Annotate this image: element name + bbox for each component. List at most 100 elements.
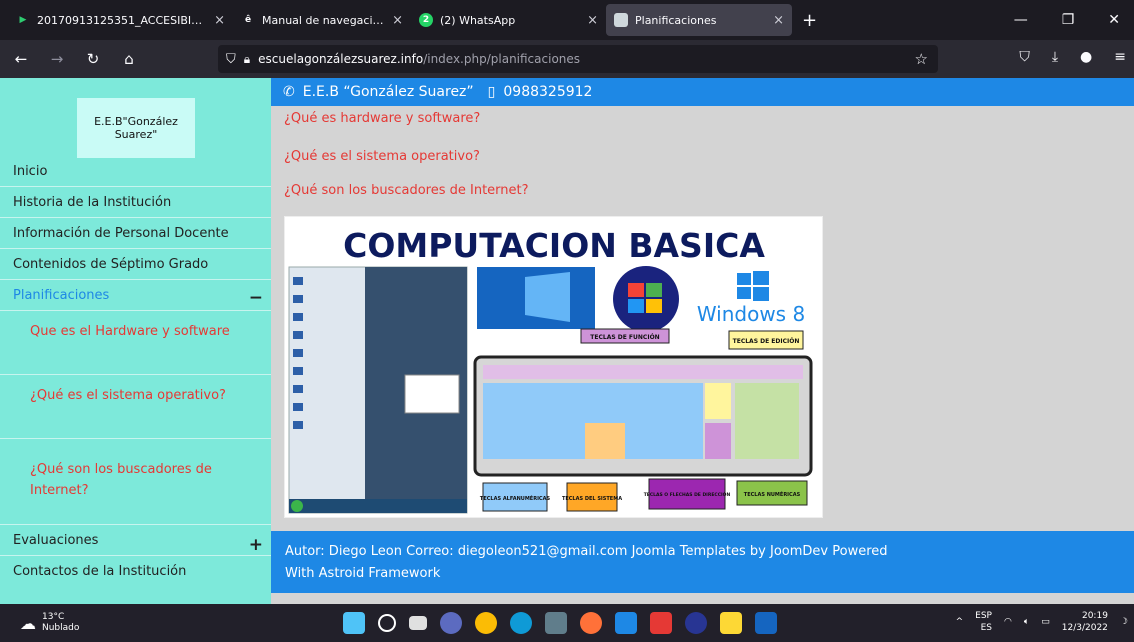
edge-icon[interactable] [510, 612, 532, 634]
account-icon[interactable]: ● [1080, 49, 1092, 65]
notification-icon[interactable]: ☽ [1120, 617, 1128, 627]
sidebar-item-historia[interactable]: Historia de la Institución [0, 187, 271, 218]
sidebar-item-evaluaciones[interactable]: Evaluaciones + [0, 525, 271, 556]
close-icon[interactable]: × [587, 13, 598, 28]
phone-number[interactable]: 0988325912 [503, 84, 592, 100]
media-player-icon[interactable] [685, 612, 707, 634]
url-bar[interactable]: ⛉ 🔒︎ escuelagonzálezsuarez.info/index.ph… [218, 45, 938, 73]
label-teclas-direccion: TECLAS O FLECHAS DE DIRECCIÓN [644, 491, 731, 498]
bookmark-star-icon[interactable]: ☆ [915, 50, 928, 68]
window-controls: — ❐ ✕ [1014, 12, 1134, 28]
teams-chat-icon[interactable] [440, 612, 462, 634]
sidebar-item-planificaciones[interactable]: Planificaciones − [0, 280, 271, 311]
clock-time: 20:19 [1081, 611, 1108, 621]
sidebar-subitem-buscadores[interactable]: ¿Qué son los buscadores de Internet? [0, 439, 271, 525]
site-logo[interactable]: E.E.B"González Suarez" [77, 98, 195, 158]
camera-icon[interactable] [545, 612, 567, 634]
shield-icon[interactable]: ⛉ [226, 52, 236, 67]
label-teclas-edicion: TECLAS DE EDICIÓN [733, 338, 800, 345]
footer-framework: With Astroid Framework [285, 566, 441, 581]
language-indicator[interactable]: ESP ES [975, 610, 992, 634]
mail-icon[interactable] [615, 612, 637, 634]
tab-title: Manual de navegación y manej [262, 13, 386, 27]
cloud-icon: ☁ [20, 613, 36, 633]
sidebar-item-contenidos[interactable]: Contenidos de Séptimo Grado [0, 249, 271, 280]
chrome-icon[interactable] [475, 612, 497, 634]
weather-temp: 13°C [42, 612, 65, 622]
browser-nav-bar: ← → ↻ ⌂ ⛉ 🔒︎ escuelagonzálezsuarez.info/… [0, 40, 1134, 78]
language-code: ESP [975, 611, 992, 621]
footer-credits: Autor: Diego Leon Correo: diegoleon521@g… [285, 544, 888, 559]
web-page: E.E.B"González Suarez" Inicio Historia d… [0, 78, 1134, 604]
label-teclas-funcion: TECLAS DE FUNCIÓN [590, 334, 659, 341]
weather-condition: Nublado [42, 623, 80, 633]
weather-widget[interactable]: ☁ 13°C Nublado [20, 612, 79, 634]
sidebar-item-label: Inicio [13, 163, 48, 179]
sidebar-item-personal-docente[interactable]: Información de Personal Docente [0, 218, 271, 249]
sidebar-item-label: Información de Personal Docente [13, 225, 229, 241]
task-view-icon[interactable] [409, 616, 427, 630]
contact-bar: ✆ E.E.B “González Suarez” ▯ 0988325912 [271, 78, 1134, 106]
sidebar-item-label: Historia de la Institución [13, 194, 172, 210]
word-icon[interactable] [755, 612, 777, 634]
tab-accesibilidad[interactable]: ▶ 20170913125351_ACCESIBILIDAD_Y_ × [8, 4, 233, 36]
sidebar-item-label: Planificaciones [13, 287, 110, 303]
download-icon[interactable]: ⤓ [1052, 49, 1058, 65]
new-tab-icon[interactable]: + [802, 10, 817, 31]
close-icon[interactable]: × [773, 13, 784, 28]
back-icon[interactable]: ← [6, 50, 36, 68]
site-footer: Autor: Diego Leon Correo: diegoleon521@g… [271, 531, 1134, 593]
whatsapp-icon: 2 [419, 13, 433, 27]
sidebar-item-inicio[interactable]: Inicio [0, 156, 271, 187]
link-buscadores[interactable]: ¿Qué son los buscadores de Internet? [284, 183, 529, 198]
tab-whatsapp[interactable]: 2 (2) WhatsApp × [411, 4, 606, 36]
wifi-icon[interactable]: ◠ [1004, 617, 1012, 627]
windows-start-icon[interactable] [343, 612, 365, 634]
office-icon[interactable] [650, 612, 672, 634]
toolbar-right: ⛉ ⤓ ● ≡ [1019, 49, 1126, 65]
computacion-basica-image: COMPUTACION BASICA Windows 8 TECLAS DE F… [284, 216, 823, 518]
expand-icon[interactable]: + [249, 535, 263, 555]
firefox-icon[interactable] [580, 612, 602, 634]
school-name: E.E.B “González Suarez” [302, 84, 474, 100]
keyboard-layout: ES [980, 623, 992, 633]
tab-planificaciones[interactable]: Planificaciones × [606, 4, 792, 36]
close-icon[interactable]: × [214, 13, 225, 28]
link-hardware-software[interactable]: ¿Qué es hardware y software? [284, 111, 480, 126]
sidebar-subitem-label: ¿Qué es el sistema operativo? [30, 388, 226, 403]
reload-icon[interactable]: ↻ [78, 50, 108, 68]
file-explorer-icon[interactable] [720, 612, 742, 634]
tab-manual[interactable]: ê Manual de navegación y manej × [233, 4, 411, 36]
sidebar-subitem-sistema-operativo[interactable]: ¿Qué es el sistema operativo? [0, 375, 271, 439]
lock-icon[interactable]: 🔒︎ [244, 52, 250, 67]
menu-icon[interactable]: ≡ [1114, 49, 1126, 65]
tab-title: 20170913125351_ACCESIBILIDAD_Y_ [37, 13, 207, 27]
restore-icon[interactable]: ❐ [1062, 12, 1075, 28]
collapse-icon[interactable]: − [249, 288, 263, 308]
clock-date: 12/3/2022 [1061, 623, 1108, 633]
system-tray: ^ ESP ES ◠ 🔈︎ ▭ 20:19 12/3/2022 ☽ [956, 610, 1128, 634]
volume-icon[interactable]: 🔈︎ [1024, 617, 1029, 627]
sidebar-subitem-hardware[interactable]: Que es el Hardware y software [0, 311, 271, 375]
tab-title: Planificaciones [635, 13, 717, 27]
sidebar-subitem-label: Que es el Hardware y software [30, 324, 230, 339]
sidebar: E.E.B"González Suarez" Inicio Historia d… [0, 78, 271, 604]
label-teclas-alfanumericas: TECLAS ALFANUMÉRICAS [480, 494, 551, 502]
minimize-icon[interactable]: — [1014, 12, 1028, 28]
search-icon[interactable] [378, 614, 396, 632]
site-icon [614, 13, 628, 27]
battery-icon[interactable]: ▭ [1041, 617, 1050, 627]
tray-chevron-icon[interactable]: ^ [956, 617, 964, 627]
clock[interactable]: 20:19 12/3/2022 [1062, 610, 1108, 634]
close-icon[interactable]: × [392, 13, 403, 28]
sidebar-item-contactos[interactable]: Contactos de la Institución [0, 556, 271, 587]
sidebar-item-label: Contactos de la Institución [13, 564, 187, 579]
pocket-icon[interactable]: ⛉ [1019, 49, 1030, 65]
banner-title: COMPUTACION BASICA [343, 226, 765, 265]
label-teclas-sistema: TECLAS DEL SISTEMA [562, 496, 622, 502]
close-window-icon[interactable]: ✕ [1108, 12, 1120, 28]
home-icon[interactable]: ⌂ [114, 50, 144, 68]
url-host: escuelagonzálezsuarez.info [258, 52, 424, 66]
forward-icon[interactable]: → [42, 50, 72, 68]
link-sistema-operativo[interactable]: ¿Qué es el sistema operativo? [284, 149, 480, 164]
